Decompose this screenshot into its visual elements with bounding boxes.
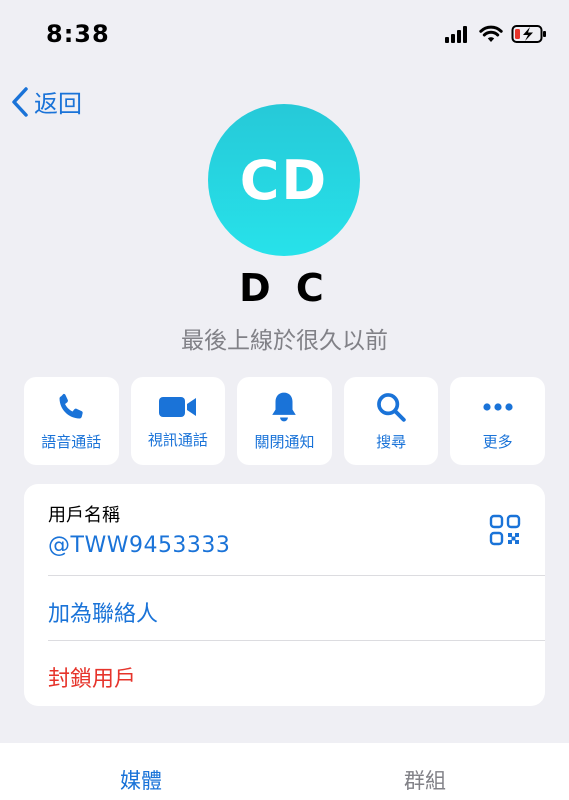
voice-call-label: 語音通話 bbox=[41, 433, 102, 451]
back-label: 返回 bbox=[34, 90, 82, 118]
video-call-label: 視訊通話 bbox=[147, 431, 208, 449]
add-contact-button[interactable]: 加為聯絡人 bbox=[48, 596, 158, 628]
block-user-button[interactable]: 封鎖用戶 bbox=[48, 661, 136, 693]
tab-bar: 媒體 群組 bbox=[0, 743, 569, 800]
status-bar: 8:38 bbox=[0, 0, 569, 70]
divider bbox=[48, 640, 545, 641]
more-icon bbox=[483, 403, 513, 411]
username-value[interactable]: @TWW9453333 bbox=[48, 533, 230, 558]
voice-call-button[interactable]: 語音通話 bbox=[24, 377, 119, 465]
video-call-button[interactable]: 視訊通話 bbox=[130, 377, 226, 465]
status-icons bbox=[445, 24, 547, 44]
battery-icon bbox=[511, 25, 546, 43]
status-time: 8:38 bbox=[46, 20, 110, 48]
video-camera-icon bbox=[158, 397, 196, 417]
avatar[interactable]: CD bbox=[208, 104, 360, 256]
tab-media[interactable]: 媒體 bbox=[120, 765, 162, 795]
username-row[interactable]: 用戶名稱 @TWW9453333 bbox=[24, 484, 545, 575]
bell-icon bbox=[272, 392, 297, 422]
avatar-initials: CD bbox=[239, 148, 329, 212]
user-info-card: 用戶名稱 @TWW9453333 加為聯絡人 封鎖用戶 bbox=[24, 484, 545, 706]
username-label: 用戶名稱 bbox=[48, 505, 120, 526]
mute-notifications-button[interactable]: 關閉通知 bbox=[237, 377, 332, 465]
divider bbox=[48, 575, 545, 576]
search-button[interactable]: 搜尋 bbox=[343, 377, 439, 465]
back-button[interactable]: 返回 bbox=[10, 84, 82, 119]
wifi-icon bbox=[479, 25, 503, 42]
more-button[interactable]: 更多 bbox=[450, 377, 545, 465]
profile-name: D C bbox=[239, 266, 330, 310]
tab-groups[interactable]: 群組 bbox=[404, 765, 446, 795]
cellular-signal-icon bbox=[445, 26, 467, 43]
search-label: 搜尋 bbox=[376, 433, 407, 451]
action-buttons: 語音通話 視訊通話 關閉通知 搜尋 更多 bbox=[24, 377, 545, 465]
search-icon bbox=[377, 393, 406, 422]
more-label: 更多 bbox=[482, 433, 513, 451]
phone-icon bbox=[59, 393, 84, 419]
last-seen-status: 最後上線於很久以前 bbox=[181, 328, 388, 354]
qr-code-icon[interactable] bbox=[489, 514, 521, 546]
chevron-left-icon bbox=[12, 86, 28, 117]
mute-notifications-label: 關閉通知 bbox=[254, 433, 315, 451]
